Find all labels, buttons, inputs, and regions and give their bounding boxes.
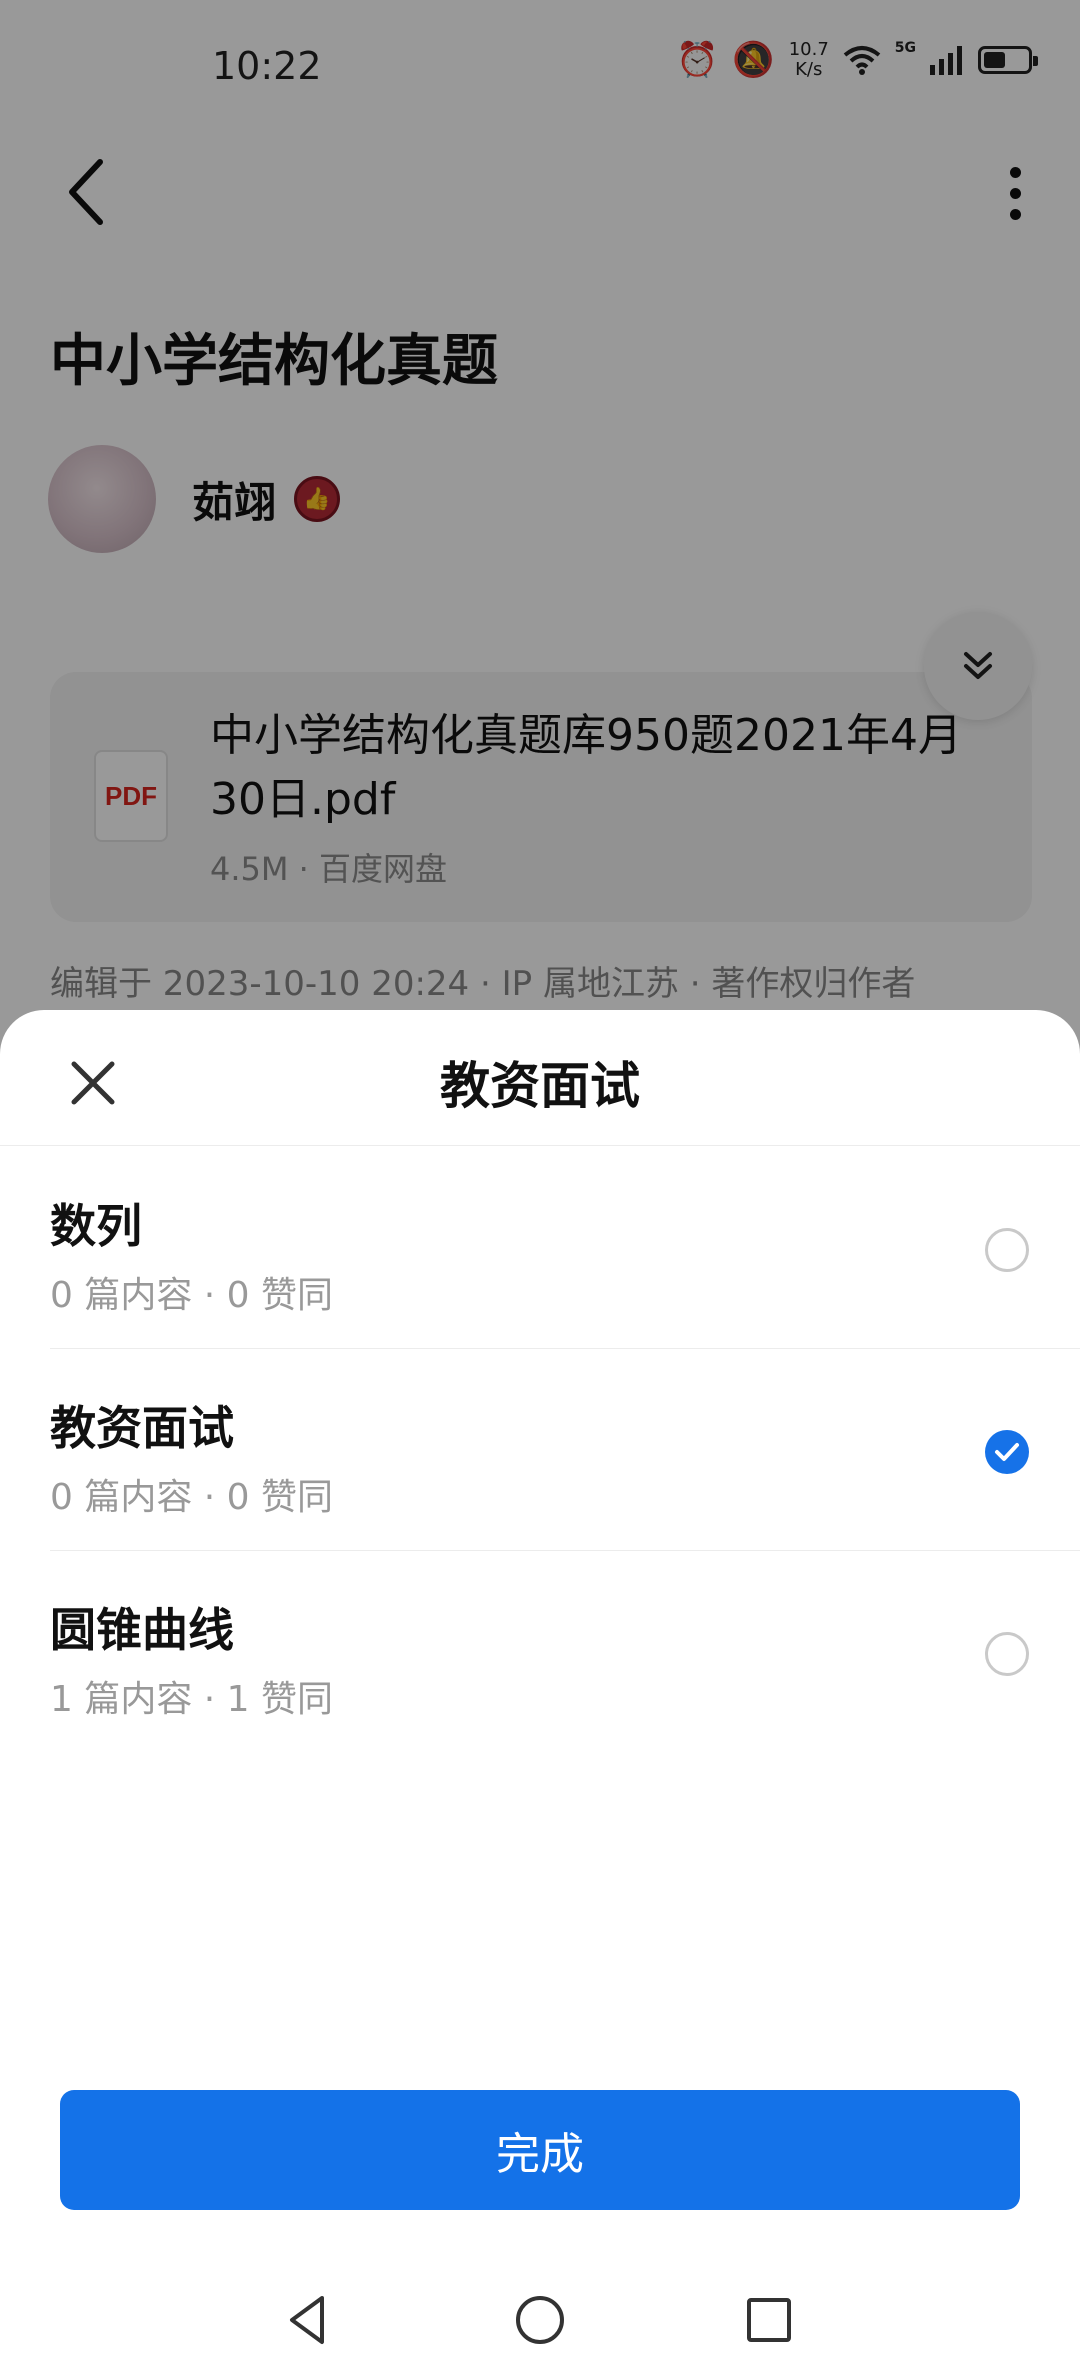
option-name: 圆锥曲线	[50, 1603, 234, 1657]
nav-back-icon[interactable]	[278, 2288, 342, 2352]
radio-button-checked[interactable]	[985, 1430, 1029, 1474]
option-meta: 0 篇内容 · 0 赞同	[50, 1477, 334, 1518]
nav-home-icon[interactable]	[508, 2288, 572, 2352]
list-item[interactable]: 教资面试 0 篇内容 · 0 赞同	[50, 1348, 1080, 1551]
system-nav-bar	[0, 2260, 1080, 2376]
option-name: 教资面试	[50, 1401, 234, 1455]
nav-recents-icon[interactable]	[737, 2288, 801, 2352]
done-button[interactable]: 完成	[60, 2090, 1020, 2210]
option-meta: 0 篇内容 · 0 赞同	[50, 1275, 334, 1316]
radio-button[interactable]	[985, 1632, 1029, 1676]
option-meta: 1 篇内容 · 1 赞同	[50, 1679, 334, 1720]
list-item[interactable]: 圆锥曲线 1 篇内容 · 1 赞同	[50, 1550, 1080, 1752]
sheet-title: 教资面试	[440, 1057, 640, 1115]
checkmark-icon	[995, 1443, 1019, 1461]
option-name: 数列	[50, 1199, 142, 1253]
sheet-header: 教资面试	[0, 1010, 1080, 1146]
radio-button[interactable]	[985, 1228, 1029, 1272]
list-item[interactable]: 数列 0 篇内容 · 0 赞同	[50, 1146, 1080, 1349]
